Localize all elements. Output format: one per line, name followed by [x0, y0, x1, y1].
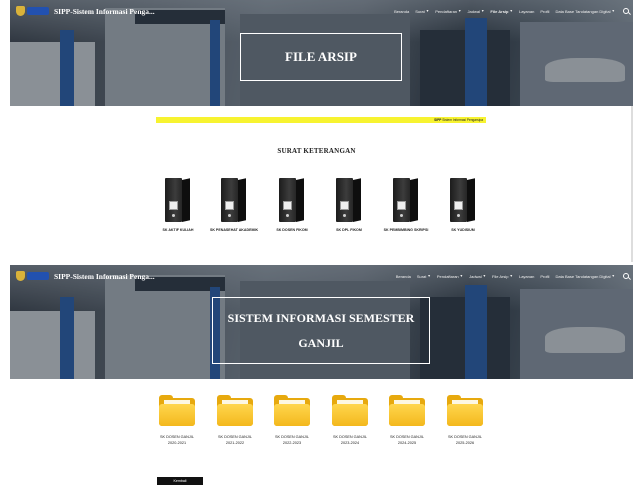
folder-card-2021-2022[interactable]: SK DOSEN GANJIL 2021-2022 [205, 395, 265, 446]
binder-card-sk-yudisium[interactable]: SK YUDISIUM [435, 178, 491, 233]
binder-card-sk-pembimbing-skripsi[interactable]: SK PEMBIMBING SKRIPSI [378, 178, 434, 233]
chevron-down-icon: ▼ [509, 274, 513, 278]
folder-icon[interactable] [332, 395, 368, 426]
nav-item-jadwal[interactable]: Jadwal ▼ [468, 9, 485, 14]
folder-icon[interactable] [389, 395, 425, 426]
folder-card-2023-2024[interactable]: SK DOSEN GANJIL 2023-2024 [320, 395, 380, 446]
binder-icon[interactable] [279, 178, 305, 222]
nav-item-file-arsip[interactable]: File Arsip ▼ [492, 274, 513, 279]
chevron-down-icon: ▼ [459, 274, 464, 278]
university-crest-icon[interactable] [16, 5, 50, 17]
nav-item-layanan[interactable]: Layanan [519, 9, 534, 14]
binder-card-sk-dpl-fikom[interactable]: SK DPL FIKOM [321, 178, 377, 233]
site-title[interactable]: SIPP-Sistem Informasi Penga... [54, 7, 155, 16]
folder-grid: SK DOSEN GANJIL 2020-2021 SK DOSEN GANJIL… [147, 395, 503, 470]
nav-item-file-arsip[interactable]: File Arsip ▼ [490, 9, 513, 14]
chevron-down-icon: ▼ [425, 9, 430, 13]
marquee-text: Sistem Informasi Pengarsipa [441, 118, 483, 122]
binder-grid: SK AKTIF KULIAH SK PENASEHAT AKADEMIK SK… [150, 178, 483, 258]
binder-icon[interactable] [450, 178, 476, 222]
binder-label[interactable]: SK AKTIF KULIAH [150, 228, 206, 233]
folder-card-2020-2021[interactable]: SK DOSEN GANJIL 2020-2021 [147, 395, 207, 446]
binder-card-sk-aktif-kuliah[interactable]: SK AKTIF KULIAH [150, 178, 206, 233]
folder-label[interactable]: SK DOSEN GANJIL 2020-2021 [147, 434, 207, 446]
folder-icon[interactable] [217, 395, 253, 426]
page-title: SISTEM INFORMASI SEMESTER GANJIL [212, 297, 430, 364]
nav-item-tandatangan-digital[interactable]: Data Base Tandatangan Digital ▼ [555, 274, 615, 279]
binder-card-sk-penasehat-akademik[interactable]: SK PENASEHAT AKADEMIK [206, 178, 262, 233]
chevron-down-icon: ▼ [427, 274, 431, 278]
binder-label[interactable]: SK YUDISIUM [435, 228, 491, 233]
screenshot-file-arsip: SIPP-Sistem Informasi Penga... Beranda S… [0, 0, 633, 262]
nav-item-pendaftaran[interactable]: Pendaftaran ▼ [435, 9, 461, 14]
binder-icon[interactable] [165, 178, 191, 222]
folder-label[interactable]: SK DOSEN GANJIL 2025-2026 [435, 434, 495, 446]
top-navbar: SIPP-Sistem Informasi Penga... Beranda S… [10, 265, 633, 287]
folder-icon[interactable] [274, 395, 310, 426]
binder-icon[interactable] [221, 178, 247, 222]
nav-item-jadwal[interactable]: Jadwal ▼ [469, 274, 486, 279]
nav-item-tandatangan-digital[interactable]: Data Base Tandatangan Digital ▼ [555, 9, 615, 14]
binder-label[interactable]: SK PEMBIMBING SKRIPSI [378, 228, 434, 233]
folder-label[interactable]: SK DOSEN GANJIL 2024-2025 [377, 434, 437, 446]
nav-item-profil[interactable]: Profil [540, 274, 549, 279]
back-button[interactable]: Kembali [157, 477, 203, 485]
folder-label[interactable]: SK DOSEN GANJIL 2023-2024 [320, 434, 380, 446]
folder-icon[interactable] [159, 395, 195, 426]
nav-item-surat[interactable]: Surat ▼ [415, 9, 429, 14]
chevron-down-icon: ▼ [482, 274, 487, 278]
binder-icon[interactable] [393, 178, 419, 222]
folder-card-2024-2025[interactable]: SK DOSEN GANJIL 2024-2025 [377, 395, 437, 446]
nav-item-surat[interactable]: Surat ▼ [417, 274, 431, 279]
chevron-down-icon: ▼ [611, 274, 615, 278]
binder-icon[interactable] [336, 178, 362, 222]
nav-item-beranda[interactable]: Beranda [394, 9, 409, 14]
search-icon[interactable] [623, 8, 629, 14]
folder-card-2022-2023[interactable]: SK DOSEN GANJIL 2022-2023 [262, 395, 322, 446]
binder-card-sk-dosen-fikom[interactable]: SK DOSEN FIKOM [264, 178, 320, 233]
nav-item-beranda[interactable]: Beranda [396, 274, 411, 279]
nav-item-layanan[interactable]: Layanan [519, 274, 534, 279]
folder-card-2025-2026[interactable]: SK DOSEN GANJIL 2025-2026 [435, 395, 495, 446]
nav-item-pendaftaran[interactable]: Pendaftaran ▼ [437, 274, 463, 279]
binder-label[interactable]: SK DOSEN FIKOM [264, 228, 320, 233]
folder-label[interactable]: SK DOSEN GANJIL 2022-2023 [262, 434, 322, 446]
site-title[interactable]: SIPP-Sistem Informasi Penga... [54, 272, 155, 281]
chevron-down-icon: ▼ [458, 9, 462, 13]
nav-menu: Beranda Surat ▼ Pendaftaran ▼ Jadwal ▼ File… [396, 265, 629, 287]
binder-label[interactable]: SK PENASEHAT AKADEMIK [206, 228, 262, 233]
chevron-down-icon: ▼ [611, 9, 615, 13]
marquee-bar: SIPP Sistem Informasi Pengarsipa [156, 117, 486, 123]
section-title: SURAT KETERANGAN [277, 147, 356, 155]
folder-icon[interactable] [447, 395, 483, 426]
folder-label[interactable]: SK DOSEN GANJIL 2021-2022 [205, 434, 265, 446]
binder-label[interactable]: SK DPL FIKOM [321, 228, 377, 233]
nav-menu: Beranda Surat ▼ Pendaftaran ▼ Jadwal ▼ File… [394, 0, 629, 22]
university-crest-icon[interactable] [16, 270, 50, 282]
page-title: FILE ARSIP [240, 33, 402, 81]
search-icon[interactable] [623, 273, 629, 279]
chevron-down-icon: ▼ [509, 9, 513, 13]
chevron-down-icon: ▼ [480, 9, 485, 13]
top-navbar: SIPP-Sistem Informasi Penga... Beranda S… [10, 0, 633, 22]
screenshot-semester-ganjil: SIPP-Sistem Informasi Penga... Beranda S… [0, 265, 633, 485]
nav-item-profil[interactable]: Profil [540, 9, 549, 14]
